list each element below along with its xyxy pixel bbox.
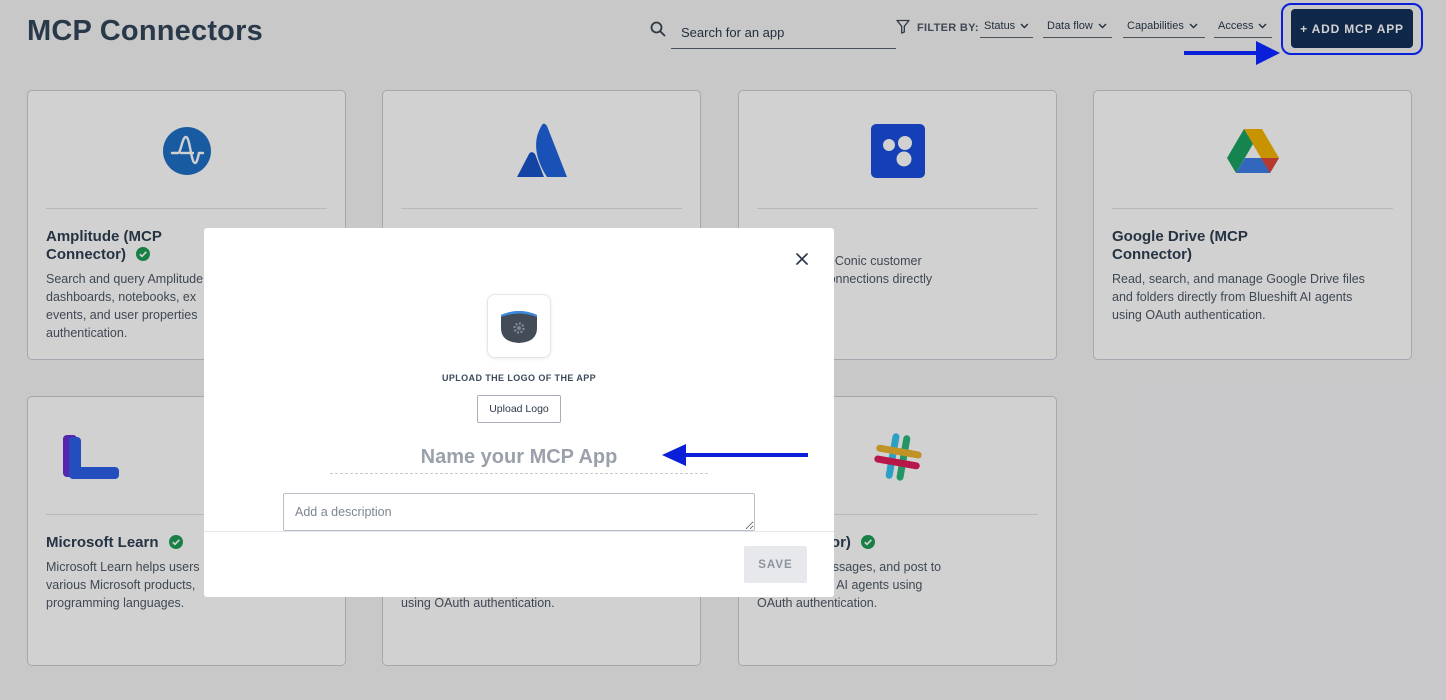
annotation-arrow-left-icon xyxy=(662,444,808,466)
upload-logo-caption: UPLOAD THE LOGO OF THE APP xyxy=(441,373,597,383)
app-logo-placeholder xyxy=(487,294,551,358)
app-description-input[interactable] xyxy=(283,493,755,531)
annotation-highlight-ring xyxy=(1281,3,1423,55)
save-button[interactable]: SAVE xyxy=(744,546,807,583)
upload-logo-button[interactable]: Upload Logo xyxy=(477,395,561,423)
annotation-arrow-right-icon xyxy=(1184,41,1280,65)
shield-gear-icon xyxy=(501,311,537,343)
app-name-input[interactable] xyxy=(330,442,708,474)
close-icon[interactable] xyxy=(794,251,810,267)
add-mcp-app-modal: UPLOAD THE LOGO OF THE APP Upload Logo S… xyxy=(204,228,834,597)
modal-footer-divider xyxy=(204,531,834,532)
